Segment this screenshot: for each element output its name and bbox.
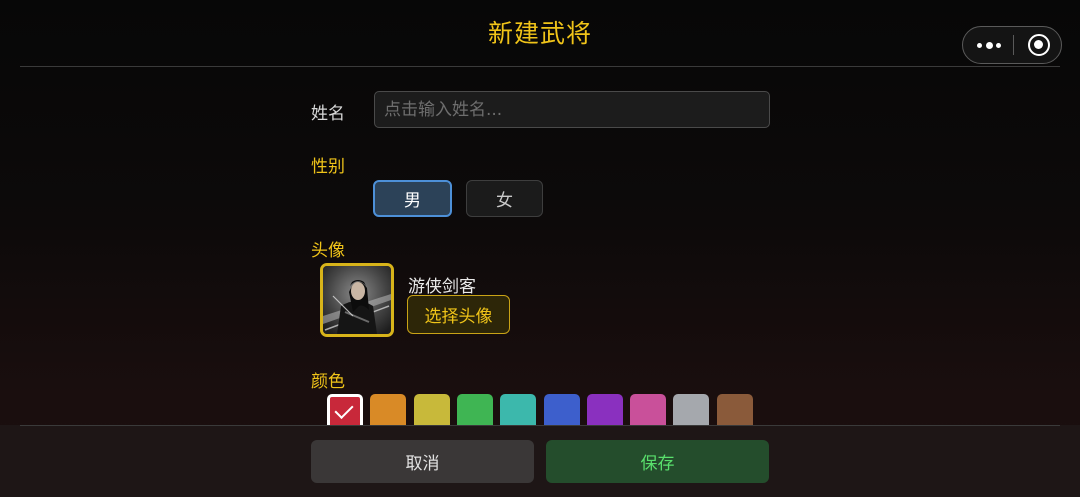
gender-female-button[interactable]: 女 [466, 180, 543, 217]
choose-avatar-button[interactable]: 选择头像 [407, 295, 510, 334]
check-icon [334, 399, 354, 420]
header-divider [20, 66, 1060, 67]
mini-program-capsule [962, 26, 1062, 64]
capsule-divider [1013, 35, 1014, 55]
footer-divider [20, 425, 1060, 426]
gender-male-button[interactable]: 男 [373, 180, 452, 217]
header-bar: 新建武将 [0, 0, 1080, 66]
cancel-button[interactable]: 取消 [311, 440, 534, 483]
avatar-label: 头像 [311, 241, 345, 261]
avatar-image[interactable] [320, 263, 394, 337]
avatar-name: 游侠剑客 [408, 277, 476, 297]
footer-bar: 取消 保存 [0, 425, 1080, 497]
page-title: 新建武将 [487, 19, 592, 48]
more-dots-icon[interactable] [977, 27, 1001, 63]
target-circle-icon[interactable] [1028, 34, 1050, 56]
color-label: 颜色 [311, 372, 345, 392]
gender-label: 性别 [311, 157, 345, 177]
swordsman-portrait-icon [323, 266, 391, 334]
name-input[interactable] [374, 91, 770, 128]
save-button[interactable]: 保存 [546, 440, 769, 483]
name-label: 姓名 [311, 104, 345, 124]
